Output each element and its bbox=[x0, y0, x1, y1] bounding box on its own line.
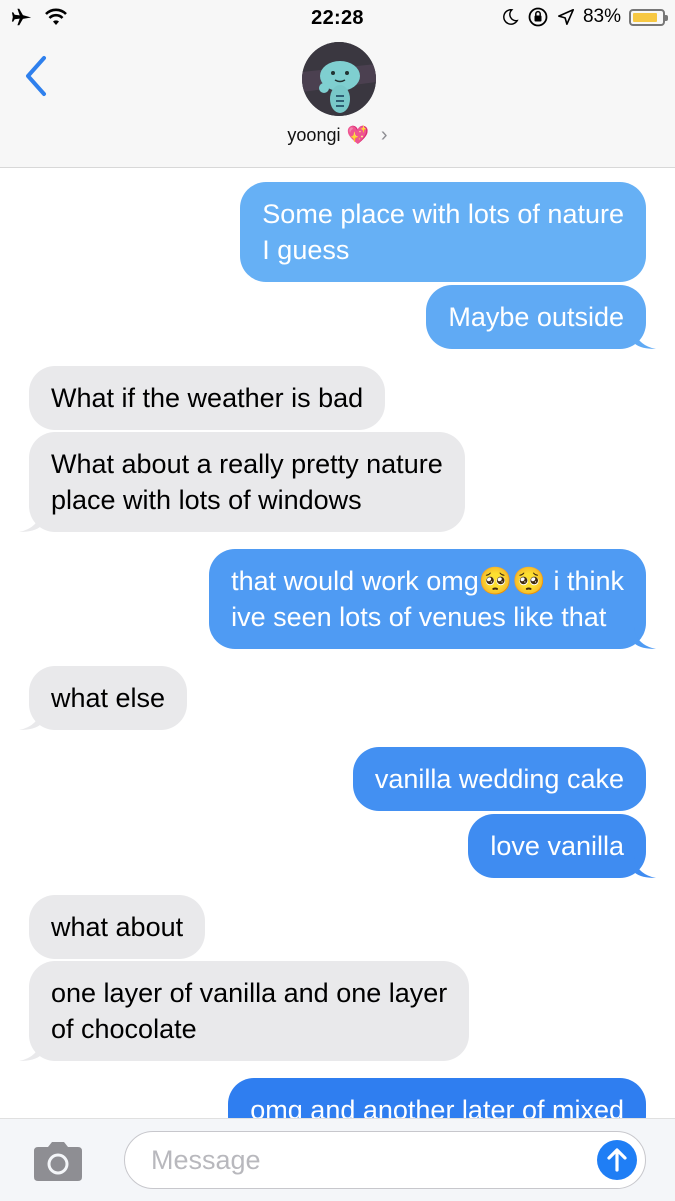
message-text-line: omg and another later of mixed bbox=[250, 1095, 624, 1118]
status-bar: 22:28 83% bbox=[0, 0, 675, 40]
battery-nub bbox=[665, 14, 668, 21]
incoming-message-bubble[interactable]: What if the weather is bad bbox=[29, 366, 386, 430]
avatar-image bbox=[302, 42, 376, 116]
battery-fill bbox=[633, 12, 657, 22]
location-arrow-icon bbox=[557, 8, 574, 26]
incoming-message-bubble[interactable]: one layer of vanilla and one layer of cho… bbox=[29, 961, 470, 1061]
message-input[interactable]: Message bbox=[124, 1131, 646, 1189]
contact-name: yoongi bbox=[287, 125, 341, 145]
bubble-tail bbox=[634, 856, 656, 878]
outgoing-message-bubble[interactable]: Maybe outside bbox=[426, 285, 646, 349]
message-text-line: one layer of vanilla and one layer bbox=[51, 978, 448, 1008]
incoming-message-bubble[interactable]: what about bbox=[29, 895, 206, 959]
message-text-line: that would work omg🥺🥺 i think bbox=[231, 566, 624, 596]
bubble-tail bbox=[19, 708, 41, 730]
bubble-tail bbox=[634, 627, 656, 649]
moon-icon bbox=[503, 9, 519, 25]
outgoing-message-bubble[interactable]: vanilla wedding cake bbox=[352, 747, 646, 811]
camera-icon[interactable] bbox=[30, 1139, 86, 1183]
battery-percent: 83% bbox=[582, 6, 621, 27]
conversation-header: yoongi 💖 › bbox=[0, 40, 675, 168]
message-placeholder: Message bbox=[151, 1145, 261, 1175]
avatar[interactable] bbox=[302, 42, 376, 116]
message-text-line: Maybe outside bbox=[448, 302, 624, 332]
message-text-line: vanilla wedding cake bbox=[374, 764, 624, 794]
message-text-line: love vanilla bbox=[490, 831, 624, 861]
message-text-line: of chocolate bbox=[51, 1014, 197, 1044]
contact-name-row[interactable]: yoongi 💖 › bbox=[0, 124, 675, 147]
send-button[interactable] bbox=[597, 1140, 637, 1180]
incoming-message-bubble[interactable]: What about a really pretty nature place w… bbox=[29, 432, 465, 532]
compose-bar: Message bbox=[0, 1118, 675, 1201]
bubble-tail bbox=[19, 1039, 41, 1061]
message-text-line: I guess bbox=[262, 235, 350, 265]
battery-icon bbox=[629, 8, 668, 26]
outgoing-message-bubble[interactable]: omg and another later of mixed bbox=[228, 1078, 646, 1118]
message-text-line: place with lots of windows bbox=[51, 485, 362, 515]
message-text-line: What if the weather is bad bbox=[51, 383, 364, 413]
status-right: 83% bbox=[501, 6, 668, 28]
bubble-tail bbox=[19, 510, 41, 532]
sparkling-heart-icon: 💖 bbox=[346, 125, 369, 145]
incoming-message-bubble[interactable]: what else bbox=[29, 666, 188, 730]
message-text-line: what else bbox=[51, 683, 166, 713]
outgoing-message-bubble[interactable]: that would work omg🥺🥺 i think ive seen lo… bbox=[209, 549, 646, 649]
arrow-up-icon bbox=[607, 1148, 627, 1172]
outgoing-message-bubble[interactable]: Some place with lots of nature I guess bbox=[240, 182, 646, 282]
message-text-line: ive seen lots of venues like that bbox=[231, 602, 607, 632]
chevron-right-icon: › bbox=[380, 124, 388, 146]
bubble-tail bbox=[634, 327, 656, 349]
message-text-line: What about a really pretty nature bbox=[51, 449, 443, 479]
message-text-line: Some place with lots of nature bbox=[262, 199, 624, 229]
orientation-lock-icon bbox=[528, 7, 548, 27]
message-text-line: what about bbox=[51, 912, 184, 942]
chevron-left-icon[interactable] bbox=[20, 54, 52, 98]
message-list[interactable]: Some place with lots of nature I guess May… bbox=[0, 168, 675, 1118]
outgoing-message-bubble[interactable]: love vanilla bbox=[468, 814, 646, 878]
